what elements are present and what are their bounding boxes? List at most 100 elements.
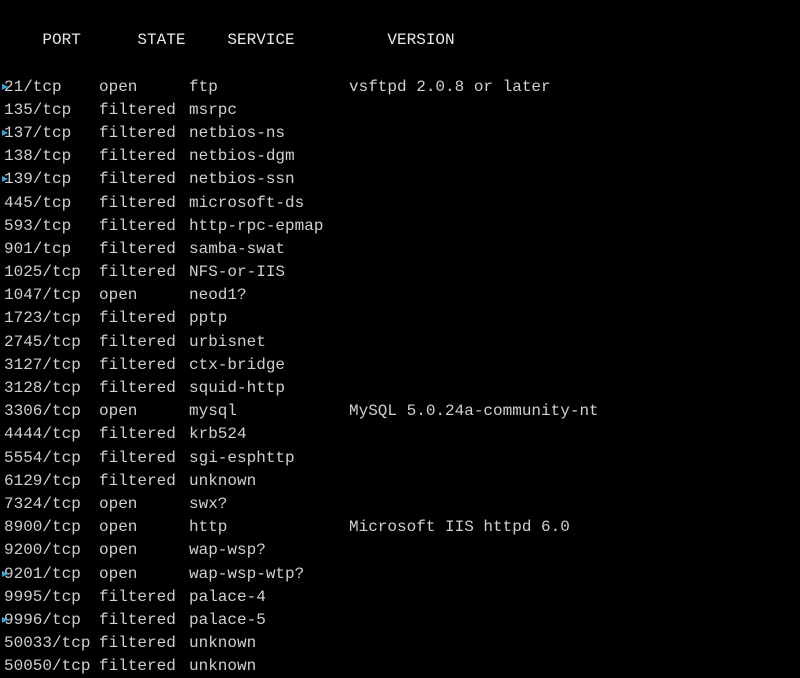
cell-service: urbisnet <box>189 331 349 354</box>
cell-service: swx? <box>189 493 349 516</box>
cell-port: 8900/tcp <box>4 516 99 539</box>
cell-port: 3127/tcp <box>4 354 99 377</box>
cell-state: filtered <box>99 655 189 678</box>
cell-service: netbios-ssn <box>189 168 349 191</box>
terminal-output: PORTSTATESERVICEVERSION ▸21/tcpopenftpvs… <box>4 6 796 678</box>
cell-version: vsftpd 2.0.8 or later <box>349 76 551 99</box>
cell-state: filtered <box>99 632 189 655</box>
cell-service: pptp <box>189 307 349 330</box>
cell-service: ctx-bridge <box>189 354 349 377</box>
cell-state: filtered <box>99 168 189 191</box>
cell-service: NFS-or-IIS <box>189 261 349 284</box>
cell-port: 21/tcp <box>4 76 99 99</box>
table-row: 1723/tcpfilteredpptp <box>4 307 796 330</box>
header-version: VERSION <box>387 29 454 52</box>
cell-port: 50033/tcp <box>4 632 99 655</box>
table-row: 2745/tcpfilteredurbisnet <box>4 331 796 354</box>
cell-port: 138/tcp <box>4 145 99 168</box>
table-row: 3306/tcpopenmysqlMySQL 5.0.24a-community… <box>4 400 796 423</box>
table-row: 7324/tcpopenswx? <box>4 493 796 516</box>
table-row: 5554/tcpfilteredsgi-esphttp <box>4 447 796 470</box>
table-body: ▸21/tcpopenftpvsftpd 2.0.8 or later135/t… <box>4 76 796 678</box>
table-row: 4444/tcpfilteredkrb524 <box>4 423 796 446</box>
cell-service: microsoft-ds <box>189 192 349 215</box>
cell-state: open <box>99 516 189 539</box>
cell-port: 139/tcp <box>4 168 99 191</box>
table-row: 135/tcpfilteredmsrpc <box>4 99 796 122</box>
cell-port: 445/tcp <box>4 192 99 215</box>
cell-port: 7324/tcp <box>4 493 99 516</box>
table-row: 9995/tcpfilteredpalace-4 <box>4 586 796 609</box>
cell-state: open <box>99 76 189 99</box>
table-row: 901/tcpfilteredsamba-swat <box>4 238 796 261</box>
cell-state: filtered <box>99 238 189 261</box>
cell-service: neod1? <box>189 284 349 307</box>
cell-port: 1047/tcp <box>4 284 99 307</box>
cell-service: palace-4 <box>189 586 349 609</box>
table-row: 445/tcpfilteredmicrosoft-ds <box>4 192 796 215</box>
cell-service: ftp <box>189 76 349 99</box>
prompt-mark-icon: ▸ <box>2 79 8 93</box>
cell-service: squid-http <box>189 377 349 400</box>
prompt-mark-icon: ▸ <box>2 612 8 626</box>
cell-port: 137/tcp <box>4 122 99 145</box>
cell-state: filtered <box>99 470 189 493</box>
cell-state: filtered <box>99 586 189 609</box>
cell-port: 901/tcp <box>4 238 99 261</box>
cell-service: msrpc <box>189 99 349 122</box>
cell-service: unknown <box>189 632 349 655</box>
table-row: ▸137/tcpfilterednetbios-ns <box>4 122 796 145</box>
cell-state: open <box>99 563 189 586</box>
cell-service: sgi-esphttp <box>189 447 349 470</box>
cell-state: open <box>99 284 189 307</box>
prompt-mark-icon: ▸ <box>2 125 8 139</box>
cell-state: filtered <box>99 354 189 377</box>
cell-state: filtered <box>99 423 189 446</box>
cell-state: filtered <box>99 192 189 215</box>
table-row: 593/tcpfilteredhttp-rpc-epmap <box>4 215 796 238</box>
cell-port: 1723/tcp <box>4 307 99 330</box>
cell-service: netbios-dgm <box>189 145 349 168</box>
cell-state: filtered <box>99 447 189 470</box>
cell-state: open <box>99 400 189 423</box>
cell-state: filtered <box>99 99 189 122</box>
table-row: 138/tcpfilterednetbios-dgm <box>4 145 796 168</box>
table-row: 8900/tcpopenhttpMicrosoft IIS httpd 6.0 <box>4 516 796 539</box>
cell-port: 1025/tcp <box>4 261 99 284</box>
cell-port: 9200/tcp <box>4 539 99 562</box>
table-row: 3127/tcpfilteredctx-bridge <box>4 354 796 377</box>
cell-service: mysql <box>189 400 349 423</box>
header-service: SERVICE <box>227 29 387 52</box>
cell-service: wap-wsp? <box>189 539 349 562</box>
table-header-row: PORTSTATESERVICEVERSION <box>4 6 796 76</box>
cell-port: 593/tcp <box>4 215 99 238</box>
table-row: 3128/tcpfilteredsquid-http <box>4 377 796 400</box>
cell-service: http <box>189 516 349 539</box>
cell-port: 50050/tcp <box>4 655 99 678</box>
table-row: 9200/tcpopenwap-wsp? <box>4 539 796 562</box>
cell-port: 5554/tcp <box>4 447 99 470</box>
cell-state: filtered <box>99 307 189 330</box>
prompt-mark-icon: ▸ <box>2 566 8 580</box>
header-state: STATE <box>137 29 227 52</box>
cell-port: 9201/tcp <box>4 563 99 586</box>
cell-port: 3128/tcp <box>4 377 99 400</box>
cell-version: Microsoft IIS httpd 6.0 <box>349 516 570 539</box>
table-row: 6129/tcpfilteredunknown <box>4 470 796 493</box>
cell-state: filtered <box>99 331 189 354</box>
table-row: ▸139/tcpfilterednetbios-ssn <box>4 168 796 191</box>
cell-port: 6129/tcp <box>4 470 99 493</box>
table-row: 50050/tcpfilteredunknown <box>4 655 796 678</box>
prompt-mark-icon: ▸ <box>2 171 8 185</box>
header-port: PORT <box>42 29 137 52</box>
table-row: 1025/tcpfilteredNFS-or-IIS <box>4 261 796 284</box>
cell-state: open <box>99 539 189 562</box>
cell-state: open <box>99 493 189 516</box>
cell-state: filtered <box>99 122 189 145</box>
cell-service: krb524 <box>189 423 349 446</box>
cell-service: netbios-ns <box>189 122 349 145</box>
cell-port: 135/tcp <box>4 99 99 122</box>
cell-service: samba-swat <box>189 238 349 261</box>
cell-port: 9995/tcp <box>4 586 99 609</box>
cell-version: MySQL 5.0.24a-community-nt <box>349 400 599 423</box>
